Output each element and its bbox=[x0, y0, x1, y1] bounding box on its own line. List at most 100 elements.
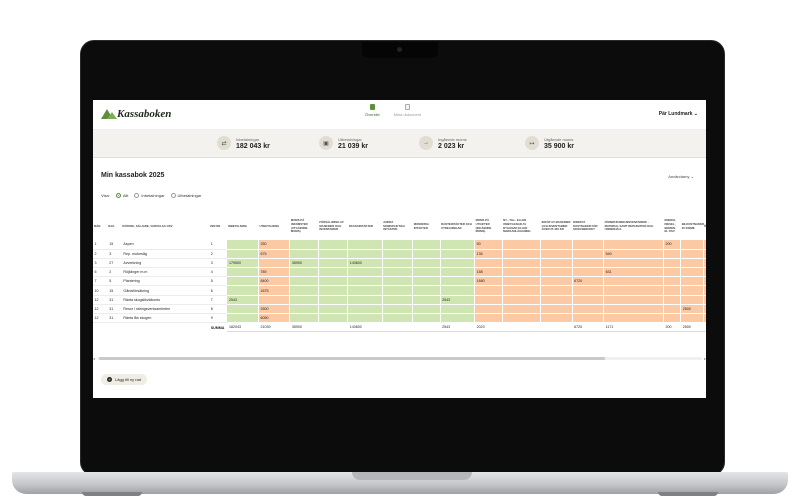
table-cell[interactable] bbox=[540, 267, 573, 278]
table-cell[interactable]: 2 bbox=[107, 267, 122, 278]
table-cell[interactable] bbox=[289, 240, 319, 250]
table-cell[interactable]: 5 bbox=[208, 276, 228, 287]
table-cell[interactable] bbox=[540, 313, 573, 324]
table-cell[interactable] bbox=[318, 258, 349, 269]
table-cell[interactable] bbox=[382, 249, 414, 259]
table-cell[interactable] bbox=[663, 276, 682, 287]
table-cell[interactable] bbox=[289, 295, 319, 305]
table-cell[interactable] bbox=[502, 276, 542, 287]
table-cell[interactable]: Ränta lån skogen bbox=[121, 313, 210, 324]
table-cell[interactable] bbox=[572, 240, 605, 250]
table-row[interactable]: 1 15 Aspen 1 250 50 200 bbox=[93, 240, 706, 250]
table-cell[interactable] bbox=[347, 276, 383, 287]
table-cell[interactable] bbox=[382, 304, 414, 315]
table-cell[interactable] bbox=[226, 249, 259, 259]
table-cell[interactable]: 2500 bbox=[680, 304, 704, 315]
table-cell[interactable] bbox=[680, 267, 704, 278]
table-cell[interactable]: 6 bbox=[93, 267, 108, 278]
table-cell[interactable]: 12 bbox=[93, 313, 108, 324]
table-cell[interactable] bbox=[703, 258, 706, 269]
table-cell[interactable] bbox=[347, 249, 383, 259]
table-cell[interactable] bbox=[603, 258, 664, 269]
nav-documents[interactable]: Mina dokument bbox=[394, 104, 421, 117]
radio-checked-icon[interactable] bbox=[115, 193, 121, 198]
table-cell[interactable] bbox=[680, 295, 704, 305]
table-cell[interactable] bbox=[603, 240, 664, 250]
table-cell[interactable]: 5 bbox=[107, 276, 122, 287]
table-cell[interactable] bbox=[347, 240, 383, 250]
table-cell[interactable] bbox=[663, 304, 682, 315]
table-cell[interactable] bbox=[289, 304, 319, 315]
table-cell[interactable] bbox=[572, 258, 605, 269]
table-cell[interactable] bbox=[412, 285, 441, 296]
table-cell[interactable] bbox=[572, 285, 605, 296]
table-cell[interactable]: Plantering bbox=[121, 276, 210, 287]
table-cell[interactable]: 3 bbox=[107, 249, 122, 259]
table-cell[interactable] bbox=[318, 249, 349, 259]
table-row[interactable]: 12 31 Ränta skogslikvidkonto 7 2543 2543 bbox=[93, 295, 706, 305]
table-cell[interactable] bbox=[680, 240, 704, 250]
table-cell[interactable] bbox=[347, 313, 383, 324]
table-cell[interactable] bbox=[502, 285, 542, 296]
table-row[interactable]: 2 3 Rep. motorsåg 2 675 135 540 bbox=[93, 249, 706, 259]
table-cell[interactable] bbox=[226, 285, 259, 296]
table-cell[interactable] bbox=[540, 276, 573, 287]
table-cell[interactable]: 2543 bbox=[440, 295, 476, 305]
table-cell[interactable] bbox=[474, 304, 503, 315]
table-cell[interactable] bbox=[474, 258, 503, 269]
table-cell[interactable] bbox=[347, 295, 383, 305]
table-cell[interactable]: 6720 bbox=[572, 276, 605, 287]
table-cell[interactable] bbox=[502, 240, 542, 250]
table-cell[interactable]: 15 bbox=[107, 285, 122, 296]
table-cell[interactable] bbox=[680, 276, 704, 287]
table-row[interactable]: 12 31 Resor i näringsverksamheten 8 2500 2500 bbox=[93, 304, 706, 315]
table-cell[interactable] bbox=[680, 249, 704, 259]
table-cell[interactable]: 3 bbox=[208, 258, 228, 269]
table-cell[interactable] bbox=[540, 249, 573, 259]
table-cell[interactable] bbox=[382, 285, 414, 296]
table-cell[interactable] bbox=[663, 285, 682, 296]
table-cell[interactable]: 789 bbox=[258, 267, 291, 278]
table-cell[interactable] bbox=[680, 285, 704, 296]
table-cell[interactable]: Gårdsförsäkring bbox=[121, 285, 210, 296]
scroll-right-icon[interactable]: ▸ bbox=[704, 356, 706, 361]
table-cell[interactable] bbox=[440, 313, 476, 324]
table-cell[interactable]: 31 bbox=[107, 295, 122, 305]
table-cell[interactable]: Röjklinger m.m bbox=[121, 267, 210, 278]
table-row[interactable]: 12 31 Ränta lån skogen 9 6050 bbox=[93, 313, 706, 324]
table-cell[interactable] bbox=[502, 267, 542, 278]
table-cell[interactable]: 8 bbox=[208, 304, 228, 315]
table-cell[interactable] bbox=[382, 267, 414, 278]
table-cell[interactable] bbox=[502, 313, 542, 324]
table-cell[interactable] bbox=[502, 304, 542, 315]
table-cell[interactable]: 7 bbox=[208, 295, 228, 305]
table-cell[interactable] bbox=[440, 285, 476, 296]
table-cell[interactable]: 631 bbox=[603, 267, 664, 278]
table-cell[interactable]: 2 bbox=[208, 249, 228, 259]
table-cell[interactable] bbox=[440, 249, 476, 259]
table-cell[interactable]: 179500 bbox=[226, 258, 259, 269]
table-cell[interactable] bbox=[258, 258, 291, 269]
table-cell[interactable] bbox=[703, 304, 706, 315]
table-row[interactable]: 3 27 Avverkning 3 179500 35900 143600 bbox=[93, 258, 706, 269]
table-cell[interactable] bbox=[289, 313, 319, 324]
table-cell[interactable]: 2543 bbox=[226, 295, 259, 305]
table-cell[interactable]: 10 bbox=[93, 285, 108, 296]
table-cell[interactable] bbox=[540, 304, 573, 315]
table-cell[interactable] bbox=[603, 304, 664, 315]
add-row-button[interactable]: + Lägg till ny rad bbox=[101, 374, 148, 385]
table-cell[interactable] bbox=[680, 258, 704, 269]
table-cell[interactable] bbox=[502, 258, 542, 269]
table-cell[interactable] bbox=[603, 276, 664, 287]
table-cell[interactable]: 9 bbox=[208, 313, 228, 324]
table-cell[interactable] bbox=[382, 240, 414, 250]
table-cell[interactable] bbox=[703, 295, 706, 305]
table-cell[interactable]: 2500 bbox=[258, 304, 291, 315]
table-cell[interactable]: 15 bbox=[107, 240, 122, 250]
table-cell[interactable]: Aspen bbox=[121, 240, 210, 250]
table-cell[interactable] bbox=[663, 313, 682, 324]
table-cell[interactable] bbox=[703, 285, 706, 296]
table-cell[interactable] bbox=[318, 240, 349, 250]
table-cell[interactable] bbox=[572, 267, 605, 278]
filter-income[interactable]: Inbetalningar bbox=[134, 193, 165, 198]
